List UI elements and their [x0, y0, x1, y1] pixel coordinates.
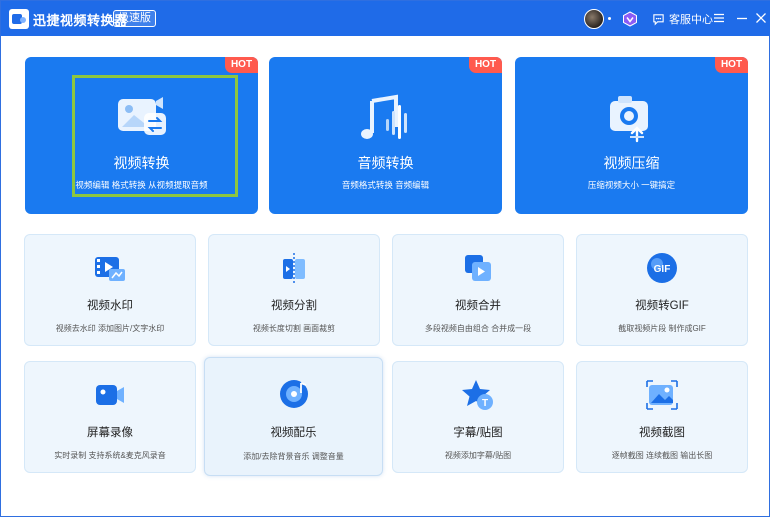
audio-convert-subtitle: 音频格式转换 音频编辑 [341, 180, 430, 190]
music-icon [279, 380, 308, 408]
close-icon [756, 13, 766, 23]
video-compress-subtitle: 压缩视频大小 一键搞定 [587, 180, 676, 190]
video-watermark-card[interactable]: 视频水印 视频去水印 添加图片/文字水印 [24, 234, 196, 346]
support-center-button[interactable]: 客服中心 [652, 10, 713, 28]
screenshot-icon [646, 380, 678, 410]
tool-subtitle: 视频去水印 添加图片/文字水印 [55, 324, 165, 333]
gif-icon: GIF [647, 253, 677, 283]
minimize-icon [737, 17, 747, 20]
tool-title: 字幕/贴图 [453, 427, 503, 439]
avatar-dot [608, 17, 611, 20]
subtitle-sticker-card[interactable]: T 字幕/贴图 视频添加字幕/贴图 [392, 361, 564, 473]
hot-badge: HOT [715, 57, 748, 73]
video-music-card[interactable]: 视频配乐 添加/去除背景音乐 调整音量 [204, 357, 383, 476]
chat-bubble-icon [653, 13, 664, 25]
subtitle-sticker-icon: T [462, 380, 493, 410]
split-icon [283, 253, 305, 283]
tool-title: 屏幕录像 [87, 427, 133, 439]
tool-subtitle: 截取视频片段 制作成GIF [618, 324, 706, 333]
title-bar: 迅捷视频转换器 极速版 客服中心 [1, 1, 770, 36]
video-merge-card[interactable]: 视频合并 多段视频自由组合 合并成一段 [392, 234, 564, 346]
video-convert-icon [117, 97, 166, 135]
tool-title: 视频转GIF [635, 300, 689, 312]
tool-subtitle: 逐帧截图 连续截图 输出长图 [611, 451, 713, 460]
watermark-icon [95, 257, 125, 281]
video-convert-title: 视频转换 [113, 155, 170, 171]
svg-text:T: T [482, 398, 488, 409]
tool-title: 视频配乐 [270, 427, 317, 439]
screen-record-icon [96, 385, 124, 405]
screen-record-card[interactable]: 屏幕录像 实时录制 支持系统&麦克风录音 [24, 361, 196, 473]
video-to-gif-card[interactable]: GIF 视频转GIF 截取视频片段 制作成GIF [576, 234, 748, 346]
audio-convert-card[interactable]: HOT 音频转换 音频格式转换 音频编辑 [269, 57, 502, 214]
tool-subtitle: 实时录制 支持系统&麦克风录音 [54, 451, 166, 460]
tool-title: 视频水印 [87, 300, 133, 312]
tool-title: 视频合并 [455, 300, 501, 312]
tool-subtitle: 视频长度切割 画面裁剪 [252, 324, 336, 333]
hamburger-menu-icon [714, 13, 724, 23]
tool-subtitle: 多段视频自由组合 合并成一段 [424, 324, 532, 333]
app-logo-icon [9, 9, 29, 29]
hot-badge: HOT [225, 57, 258, 73]
video-compress-title: 视频压缩 [603, 155, 660, 171]
vip-diamond-icon[interactable] [622, 11, 638, 27]
tool-subtitle: 视频添加字幕/贴图 [444, 451, 512, 460]
menu-button[interactable] [711, 10, 727, 26]
video-compress-icon [609, 96, 648, 143]
minimize-button[interactable] [734, 10, 750, 26]
edition-badge: 极速版 [113, 10, 156, 27]
close-button[interactable] [753, 10, 769, 26]
user-avatar[interactable] [584, 9, 604, 29]
tool-subtitle: 添加/去除背景音乐 调整音量 [243, 452, 344, 461]
tool-title: 视频分割 [271, 300, 317, 312]
svg-text:GIF: GIF [654, 264, 671, 275]
video-compress-card[interactable]: HOT 视频压缩 压缩视频大小 一键搞定 [515, 57, 748, 214]
video-convert-subtitle: 视频编辑 格式转换 从视频提取音频 [75, 180, 208, 190]
video-split-card[interactable]: 视频分割 视频长度切割 画面裁剪 [208, 234, 380, 346]
audio-convert-title: 音频转换 [357, 155, 414, 171]
merge-icon [465, 255, 491, 281]
app-window: 迅捷视频转换器 极速版 客服中心 HOT 视频转换 视频编辑 格式转换 从视频提… [0, 0, 770, 517]
video-screenshot-card[interactable]: 视频截图 逐帧截图 连续截图 输出长图 [576, 361, 748, 473]
hot-badge: HOT [469, 57, 502, 73]
video-convert-card[interactable]: HOT 视频转换 视频编辑 格式转换 从视频提取音频 [25, 57, 258, 214]
support-center-label: 客服中心 [669, 14, 713, 26]
audio-convert-icon [360, 94, 407, 139]
tool-title: 视频截图 [639, 427, 685, 439]
